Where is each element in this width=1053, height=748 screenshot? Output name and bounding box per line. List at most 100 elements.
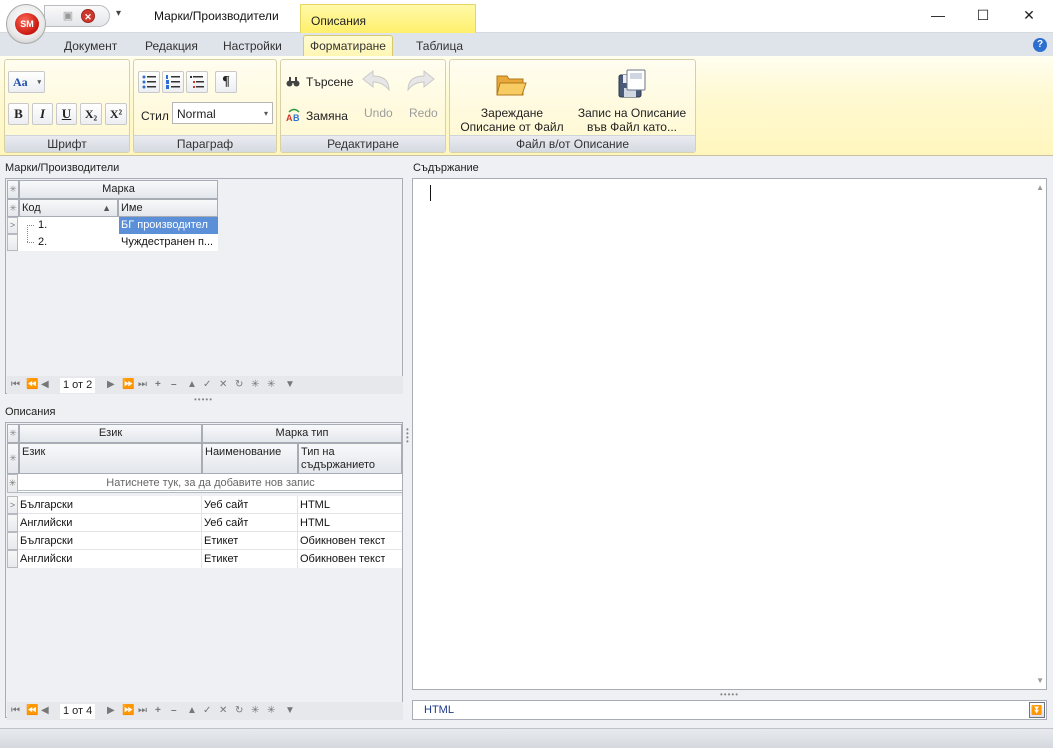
tab-document[interactable]: Документ bbox=[58, 37, 123, 57]
add-record-icon[interactable]: + bbox=[155, 705, 161, 716]
edit-record-icon[interactable]: ▲ bbox=[187, 379, 197, 390]
filter-icon[interactable]: ▼ bbox=[285, 379, 295, 390]
content-editor[interactable]: ▲ ▼ bbox=[412, 178, 1047, 690]
filter-icon[interactable]: ▼ bbox=[285, 705, 295, 716]
table-row-name[interactable]: Уеб сайт bbox=[204, 499, 248, 511]
save-record-icon[interactable]: ✓ bbox=[203, 705, 211, 716]
prev-page-icon[interactable]: ⏪ bbox=[26, 705, 38, 716]
editing-group-label: Редактиране bbox=[281, 135, 445, 152]
style-dropdown[interactable]: Normal▾ bbox=[172, 102, 273, 124]
bullet-list-button[interactable] bbox=[138, 71, 160, 93]
column-language[interactable]: Език bbox=[19, 443, 202, 474]
new-row-hint[interactable]: Натиснете тук, за да добавите нов запис bbox=[19, 477, 402, 489]
next-record-icon[interactable]: ▶ bbox=[107, 705, 115, 716]
goto-bookmark-icon[interactable]: ✳ bbox=[267, 379, 275, 390]
row-selector[interactable] bbox=[7, 550, 18, 568]
content-format-dropdown[interactable]: HTML ⏬ bbox=[412, 700, 1047, 720]
delete-record-icon[interactable]: – bbox=[171, 705, 177, 716]
font-settings-button[interactable]: Aa▾ bbox=[8, 71, 45, 93]
refresh-icon[interactable]: ↻ bbox=[235, 379, 243, 390]
table-row-name[interactable]: Чуждестранен п... bbox=[121, 236, 218, 248]
row-selector[interactable] bbox=[7, 514, 18, 532]
bookmark-icon[interactable]: ✳ bbox=[251, 379, 259, 390]
minimize-button[interactable]: — bbox=[915, 0, 961, 30]
redo-button[interactable]: Redo bbox=[404, 68, 440, 128]
italic-button[interactable]: I bbox=[32, 103, 53, 125]
table-row-name[interactable]: Уеб сайт bbox=[204, 517, 248, 529]
content-caption: Съдържание bbox=[413, 162, 479, 174]
table-row-code[interactable]: 2. bbox=[38, 236, 47, 248]
row-selector[interactable] bbox=[7, 532, 18, 550]
tab-table[interactable]: Таблица bbox=[410, 37, 469, 57]
table-row-type[interactable]: HTML bbox=[300, 517, 330, 529]
vertical-splitter-handle[interactable]: • • • • bbox=[406, 428, 410, 444]
load-description-button[interactable]: Зареждане Описание от Файл bbox=[458, 66, 566, 136]
column-content-type[interactable]: Тип на съдържанието bbox=[298, 443, 402, 474]
add-record-icon[interactable]: + bbox=[155, 379, 161, 390]
double-chevron-down-icon[interactable]: ⏬ bbox=[1029, 702, 1045, 718]
bookmark-icon[interactable]: ✳ bbox=[251, 705, 259, 716]
scroll-up-icon[interactable]: ▲ bbox=[1036, 183, 1044, 192]
multilevel-list-button[interactable] bbox=[186, 71, 208, 93]
table-row-type[interactable]: Обикновен текст bbox=[300, 553, 385, 565]
maximize-button[interactable]: ☐ bbox=[960, 0, 1006, 30]
superscript-button[interactable]: X² bbox=[105, 103, 127, 125]
goto-bookmark-icon[interactable]: ✳ bbox=[267, 705, 275, 716]
help-icon[interactable]: ? bbox=[1033, 38, 1047, 52]
next-page-icon[interactable]: ⏩ bbox=[122, 379, 134, 390]
delete-record-icon[interactable]: – bbox=[171, 379, 177, 390]
new-row[interactable]: ✳ Натиснете тук, за да добавите нов запи… bbox=[7, 474, 402, 493]
bold-button[interactable]: B bbox=[8, 103, 29, 125]
prev-record-icon[interactable]: ◀ bbox=[41, 379, 49, 390]
next-record-icon[interactable]: ▶ bbox=[107, 379, 115, 390]
first-record-icon[interactable]: ⏮ bbox=[11, 705, 20, 716]
save-record-icon[interactable]: ✓ bbox=[203, 379, 211, 390]
table-row-type[interactable]: Обикновен текст bbox=[300, 535, 385, 547]
tab-edit[interactable]: Редакция bbox=[139, 37, 204, 57]
close-document-icon[interactable]: ✕ bbox=[81, 9, 95, 23]
table-row-language[interactable]: Английски bbox=[20, 553, 72, 565]
prev-page-icon[interactable]: ⏪ bbox=[26, 379, 38, 390]
table-row-language[interactable]: Български bbox=[20, 499, 73, 511]
first-record-icon[interactable]: ⏮ bbox=[11, 379, 20, 390]
customize-qat-button[interactable]: ▾ bbox=[116, 8, 121, 19]
close-button[interactable]: ✕ bbox=[1006, 0, 1052, 30]
numbered-list-button[interactable] bbox=[162, 71, 184, 93]
column-name[interactable]: Наименование bbox=[202, 443, 298, 474]
cancel-record-icon[interactable]: ✕ bbox=[219, 379, 227, 390]
last-record-icon[interactable]: ⏭ bbox=[138, 705, 147, 716]
cancel-record-icon[interactable]: ✕ bbox=[219, 705, 227, 716]
grid-corner-icon: ✳ bbox=[7, 180, 19, 199]
table-row-name[interactable]: Етикет bbox=[204, 553, 238, 565]
row-selector[interactable] bbox=[7, 234, 18, 251]
editing-group: Търсене AB Замяна Undo Redo Редактиране bbox=[280, 59, 446, 153]
underline-button[interactable]: U bbox=[56, 103, 77, 125]
column-name[interactable]: Име bbox=[118, 199, 218, 217]
tab-formatting[interactable]: Форматиране bbox=[303, 35, 393, 57]
save-icon[interactable]: ▣ bbox=[61, 9, 75, 23]
refresh-icon[interactable]: ↻ bbox=[235, 705, 243, 716]
table-row-language[interactable]: Български bbox=[20, 535, 73, 547]
brands-navigator: ⏮ ⏪ ◀ 1 от 2 ▶ ⏩ ⏭ + – ▲ ✓ ✕ ↻ ✳ ✳ ▼ bbox=[7, 376, 403, 394]
column-code[interactable]: Код▲ bbox=[19, 199, 118, 217]
numbered-list-icon bbox=[165, 74, 181, 90]
subscript-button[interactable]: X₂ bbox=[80, 103, 102, 125]
undo-button[interactable]: Undo bbox=[361, 68, 397, 128]
table-row-name-selected[interactable]: БГ производител bbox=[119, 217, 218, 234]
table-row-type[interactable]: HTML bbox=[300, 499, 330, 511]
table-row-language[interactable]: Английски bbox=[20, 517, 72, 529]
scroll-down-icon[interactable]: ▼ bbox=[1036, 676, 1044, 685]
edit-record-icon[interactable]: ▲ bbox=[187, 705, 197, 716]
save-description-button[interactable]: Запис на Описание във Файл като... bbox=[572, 66, 692, 136]
show-formatting-button[interactable]: ¶ bbox=[215, 71, 237, 93]
prev-record-icon[interactable]: ◀ bbox=[41, 705, 49, 716]
last-record-icon[interactable]: ⏭ bbox=[138, 379, 147, 390]
application-menu-button[interactable]: SM bbox=[6, 4, 46, 44]
next-page-icon[interactable]: ⏩ bbox=[122, 705, 134, 716]
splitter-handle[interactable]: ••••• bbox=[720, 690, 739, 699]
table-row-name[interactable]: Етикет bbox=[204, 535, 238, 547]
table-row-code[interactable]: 1. bbox=[38, 219, 47, 231]
splitter-handle[interactable]: ••••• bbox=[194, 395, 213, 404]
tab-settings[interactable]: Настройки bbox=[217, 37, 288, 57]
bullet-list-icon bbox=[141, 74, 157, 90]
